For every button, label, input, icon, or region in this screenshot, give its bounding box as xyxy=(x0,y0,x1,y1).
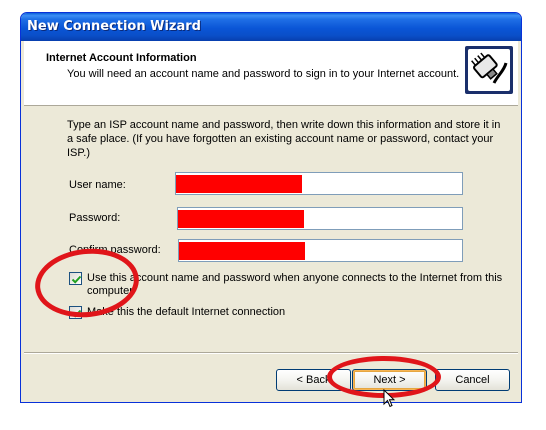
default-connection-checkbox[interactable] xyxy=(69,306,82,319)
password-label: Password: xyxy=(69,212,121,224)
cancel-button[interactable]: Cancel xyxy=(435,369,510,391)
redaction-bar xyxy=(179,242,305,260)
checkmark-icon xyxy=(71,275,82,284)
password-input[interactable] xyxy=(177,207,463,230)
use-for-all-users-checkbox[interactable] xyxy=(69,272,82,285)
header-subtitle: You will need an account name and passwo… xyxy=(67,68,460,80)
intro-text: Type an ISP account name and password, t… xyxy=(67,119,501,159)
network-plug-icon xyxy=(464,45,514,95)
redaction-bar xyxy=(176,175,302,193)
confirm-password-input[interactable] xyxy=(178,239,463,262)
header-title: Internet Account Information xyxy=(46,52,197,64)
use-for-all-users-label: Use this account name and password when … xyxy=(87,272,503,297)
username-label: User name: xyxy=(69,179,126,191)
wizard-content: Type an ISP account name and password, t… xyxy=(21,106,521,352)
wizard-window: New Connection Wizard Internet Account I… xyxy=(20,12,522,403)
default-connection-label: Make this the default Internet connectio… xyxy=(87,306,286,318)
window-title: New Connection Wizard xyxy=(27,19,201,34)
mouse-cursor-icon xyxy=(383,389,395,408)
back-button[interactable]: < Back xyxy=(276,369,351,391)
next-button[interactable]: Next > xyxy=(352,369,427,391)
username-input[interactable] xyxy=(175,172,463,195)
title-bar[interactable]: New Connection Wizard xyxy=(21,13,521,41)
redaction-bar xyxy=(178,210,304,228)
checkmark-icon xyxy=(71,309,82,318)
confirm-password-label: Confirm password: xyxy=(69,244,161,256)
wizard-header: Internet Account Information You will ne… xyxy=(24,41,518,106)
button-separator xyxy=(24,352,518,354)
